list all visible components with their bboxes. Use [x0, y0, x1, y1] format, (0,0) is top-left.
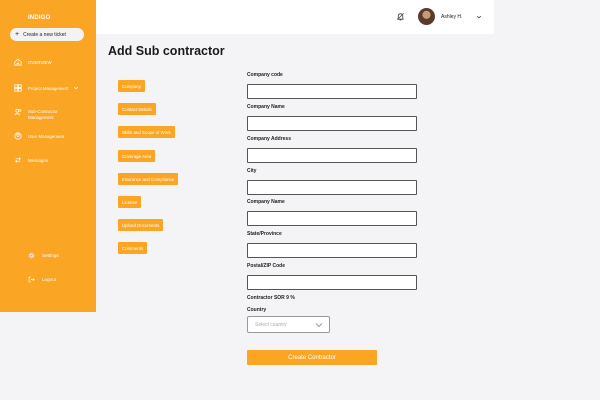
- sidebar-item-label: Project Management: [28, 85, 69, 91]
- contractor-sor-label: Contractor SOR 9 %: [247, 295, 295, 301]
- notification-icon[interactable]: [396, 12, 405, 21]
- arrows-icon: [14, 156, 22, 164]
- company-name-2-label: Company Name: [247, 199, 285, 205]
- gear-icon: [28, 252, 35, 259]
- country-select[interactable]: Select country: [247, 316, 330, 333]
- plus-icon: +: [15, 31, 20, 38]
- sidebar-item-label: User Management: [28, 133, 65, 139]
- sidebar-item-label: OVERVIEW: [28, 59, 52, 65]
- country-select-placeholder: Select country: [255, 321, 287, 328]
- create-ticket-label: Create a new ticket: [23, 31, 66, 38]
- sidebar-item-label: Messages: [28, 157, 49, 163]
- company-code-input[interactable]: [247, 84, 417, 99]
- state-province-label: State/Province: [247, 231, 282, 237]
- brand-logo: INDIGO: [28, 15, 51, 21]
- company-name-input[interactable]: [247, 116, 417, 131]
- avatar[interactable]: [418, 8, 435, 25]
- section-company[interactable]: Company: [118, 80, 145, 92]
- company-name-2-input[interactable]: [247, 211, 417, 226]
- create-contractor-button[interactable]: Create Contractor: [247, 350, 377, 365]
- sidebar-item-messages[interactable]: Messages: [14, 156, 48, 164]
- sidebar-item-label: Logout: [42, 277, 57, 282]
- company-address-input[interactable]: [247, 148, 417, 163]
- users-icon: [14, 108, 22, 116]
- sidebar: INDIGO + Create a new ticket OVERVIEW Pr…: [0, 0, 96, 312]
- section-comments[interactable]: Comments: [118, 242, 148, 254]
- grid-icon: [14, 84, 22, 92]
- sidebar-item-project-management[interactable]: Project Management: [14, 84, 79, 92]
- chevron-down-icon: [73, 86, 78, 90]
- country-label: Country: [247, 307, 267, 313]
- city-label: City: [247, 168, 257, 174]
- chevron-down-icon: [315, 322, 323, 327]
- user-icon: [14, 132, 22, 140]
- sidebar-item-label: Settings: [42, 253, 59, 258]
- create-ticket-button[interactable]: + Create a new ticket: [10, 28, 84, 41]
- company-code-label: Company code: [247, 72, 283, 78]
- postal-code-input[interactable]: [247, 275, 417, 290]
- section-insurance-compliance[interactable]: Insurance and Compliance: [118, 173, 179, 185]
- sidebar-item-overview[interactable]: OVERVIEW: [14, 58, 52, 66]
- sidebar-item-logout[interactable]: Logout: [28, 276, 56, 283]
- company-name-label: Company Name: [247, 104, 285, 110]
- section-upload-documents[interactable]: Upload Documents: [118, 219, 164, 231]
- sidebar-item-user-management[interactable]: User Management: [14, 132, 64, 140]
- sidebar-item-settings[interactable]: Settings: [28, 252, 59, 259]
- sidebar-item-label: Sub-Contractor Management: [28, 109, 58, 120]
- home-icon: [14, 58, 22, 66]
- section-contact-details[interactable]: Contact Details: [118, 103, 156, 115]
- section-skills-scope[interactable]: Skills and Scope of Work: [118, 126, 175, 138]
- postal-code-label: Postal/ZIP Code: [247, 263, 285, 269]
- section-license[interactable]: License: [118, 196, 142, 208]
- logout-icon: [28, 276, 35, 283]
- city-input[interactable]: [247, 180, 417, 195]
- app-page: INDIGO + Create a new ticket OVERVIEW Pr…: [0, 0, 600, 400]
- company-address-label: Company Address: [247, 136, 291, 142]
- page-title: Add Sub contractor: [108, 44, 225, 58]
- chevron-down-icon[interactable]: [476, 14, 482, 20]
- sidebar-item-subcontractor-management[interactable]: Sub-Contractor Management: [14, 108, 84, 120]
- username[interactable]: Ashley H.: [441, 14, 462, 20]
- state-province-input[interactable]: [247, 243, 417, 258]
- section-coverage-area[interactable]: Coverage Area: [118, 150, 156, 162]
